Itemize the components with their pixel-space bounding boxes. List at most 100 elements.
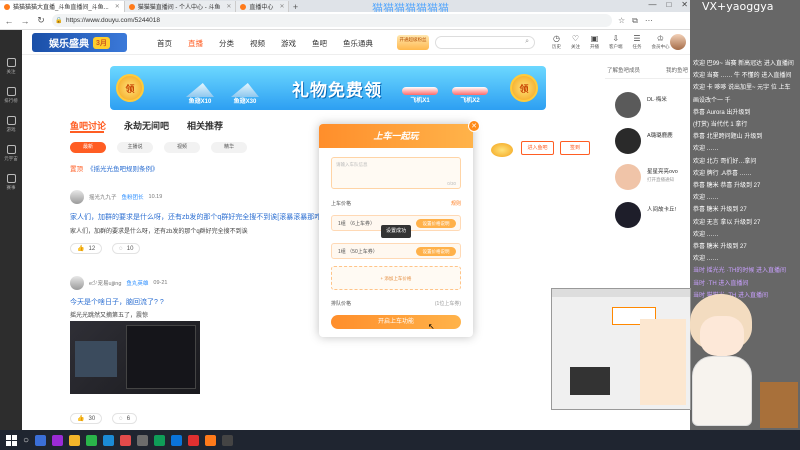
nav-live[interactable]: 直播: [188, 38, 203, 49]
comment-button[interactable]: ◌ 6: [112, 413, 138, 424]
search-icon[interactable]: ○: [23, 435, 29, 446]
minimize-icon[interactable]: —: [648, 0, 656, 9]
menu-icon[interactable]: ⋯: [645, 16, 653, 26]
close-tab-icon[interactable]: ✕: [279, 3, 284, 10]
list-item[interactable]: 人间故卡丘!: [615, 202, 676, 228]
edge-icon[interactable]: [171, 434, 183, 446]
close-tab-icon[interactable]: ✕: [226, 3, 231, 10]
wechat-icon[interactable]: [86, 434, 98, 446]
close-icon[interactable]: ✕: [681, 0, 688, 9]
avatar-body: [692, 356, 752, 426]
set-price-button[interactable]: 设置价格说明: [416, 219, 456, 228]
rail-item-rank[interactable]: 排行榜: [4, 87, 18, 104]
site-logo[interactable]: 娱乐盛典 3月: [32, 33, 127, 52]
windows-start-icon[interactable]: [6, 434, 17, 446]
section-label: 上车价格: [331, 201, 352, 207]
steam-icon[interactable]: [137, 434, 149, 446]
post-image[interactable]: [70, 321, 200, 394]
app-icon[interactable]: [120, 434, 132, 446]
tab-recommend[interactable]: 相关推荐: [187, 119, 223, 132]
promo-banner[interactable]: 领 鱼翅X10 鱼翅X30 礼物免费领 飞机X1 飞机X2 领: [110, 66, 546, 110]
list-item[interactable]: 星星亮亮ovo 打开直播通知: [615, 164, 678, 190]
modal-title: 上车一起玩: [319, 124, 473, 148]
char-counter: 0/30: [447, 181, 456, 186]
like-button[interactable]: 👍 12: [70, 243, 103, 254]
nav-yuba[interactable]: 鱼吧: [312, 38, 327, 49]
add-price-button[interactable]: + 添加上车价格: [331, 266, 461, 290]
history-button[interactable]: ◷ 历史: [552, 34, 561, 50]
browser-tab[interactable]: 猫猫猫直播间 - 个人中心 - 斗鱼 ✕: [124, 1, 237, 12]
list-item[interactable]: A璐璐鹿鹿: [615, 128, 673, 154]
enable-carpool-button[interactable]: 开启上车功能: [331, 315, 461, 329]
search-input[interactable]: ⌕: [435, 36, 535, 49]
avatar[interactable]: [70, 276, 84, 290]
nav-event[interactable]: 鱼乐通典: [343, 38, 373, 49]
nav-video[interactable]: 视频: [250, 38, 265, 49]
gamepad-icon: [6, 116, 16, 125]
member-button[interactable]: ♔ 会员中心: [652, 34, 670, 50]
pinned-post[interactable]: 置顶 《摇光光鱼吧规则条例》: [70, 163, 159, 173]
obs-icon[interactable]: [222, 434, 234, 446]
forward-icon[interactable]: →: [20, 16, 30, 26]
explorer-icon[interactable]: [35, 434, 47, 446]
thumbs-up-icon: 👍: [77, 416, 85, 422]
maximize-icon[interactable]: □: [666, 0, 671, 9]
folder-icon[interactable]: [69, 434, 81, 446]
star-icon[interactable]: ☆: [618, 16, 625, 26]
sign-in-button[interactable]: 签到: [560, 141, 590, 155]
comment-button[interactable]: ◌ 10: [112, 243, 141, 254]
netease-icon[interactable]: [188, 434, 200, 446]
promo-chip[interactable]: 开通超级粉丝: [397, 35, 429, 50]
task-button[interactable]: ☰ 任务: [633, 34, 642, 50]
douyu-favicon-icon: [240, 3, 247, 10]
qq-icon[interactable]: [103, 434, 115, 446]
post-title[interactable]: 家人们，加群的要求是什么呀，还有zb发的那个q群好完全搜不到诶[滚暴滚暴那咋..…: [70, 212, 330, 222]
tab-my-yuba[interactable]: 我的鱼吧: [666, 66, 688, 74]
set-price-button[interactable]: 设置价格说明: [416, 247, 456, 256]
gift-label: 鱼翅X10: [188, 99, 212, 105]
nav-game[interactable]: 游戏: [281, 38, 296, 49]
price-option-row[interactable]: 1组 （50上车券） 设置价格说明: [331, 243, 461, 259]
extensions-icon[interactable]: ⧉: [632, 16, 638, 26]
close-tab-icon[interactable]: ✕: [115, 3, 120, 10]
like-button[interactable]: 👍 30: [70, 413, 103, 424]
back-icon[interactable]: ←: [4, 16, 14, 26]
tab-naraka[interactable]: 永劫无间吧: [124, 119, 169, 132]
tab-members[interactable]: 了解鱼吧成员: [607, 66, 640, 74]
post-time: 09-21: [153, 280, 168, 286]
browser-tab[interactable]: 直播中心 ✕: [236, 1, 290, 12]
pill-video[interactable]: 视频: [164, 142, 200, 153]
post-title[interactable]: 今天是个啥日子，脑回流了? ?: [70, 297, 310, 307]
pill-featured[interactable]: 精华: [211, 142, 247, 153]
user-avatar[interactable]: [670, 34, 686, 50]
author-name[interactable]: e少宠易ujjing: [89, 279, 121, 287]
nav-home[interactable]: 首页: [157, 38, 172, 49]
rail-item-events[interactable]: 赛事: [6, 174, 16, 191]
browser-tab-bar: 猫猫猫猫大直播_斗鱼直播间_斗鱼... ✕ 猫猫猫直播间 - 个人中心 - 斗鱼…: [0, 0, 690, 12]
chrome-icon[interactable]: [154, 434, 166, 446]
author-name[interactable]: 摇光九九子: [89, 193, 117, 201]
browser-tab[interactable]: 猫猫猫猫大直播_斗鱼直播间_斗鱼... ✕: [0, 1, 125, 12]
pill-host[interactable]: 主播说: [117, 142, 153, 153]
follow-button[interactable]: ♡ 关注: [571, 34, 580, 50]
thumbs-up-icon: 👍: [77, 246, 85, 252]
url-field[interactable]: https://www.douyu.com/5244018: [52, 14, 612, 27]
nav-category[interactable]: 分类: [219, 38, 234, 49]
rail-item-game[interactable]: 游戏: [6, 116, 16, 133]
close-icon[interactable]: ✕: [468, 120, 480, 132]
avatar[interactable]: [70, 190, 84, 204]
rules-link[interactable]: 规则: [451, 200, 461, 207]
rail-item-follow[interactable]: 关注: [6, 58, 16, 75]
broadcast-button[interactable]: ▣ 开播: [590, 34, 599, 50]
join-yuba-button[interactable]: 进入鱼吧: [521, 141, 554, 155]
reload-icon[interactable]: ↻: [36, 15, 46, 26]
douyu-icon[interactable]: [205, 434, 217, 446]
rail-item-metaverse[interactable]: 元宇宙: [4, 145, 18, 162]
team-info-input[interactable]: 请输入车队信息 0/30: [331, 157, 461, 189]
pill-latest[interactable]: 最新: [70, 142, 106, 153]
premiere-icon[interactable]: [52, 434, 64, 446]
search-icon[interactable]: ⌕: [525, 38, 529, 46]
new-tab-button[interactable]: +: [289, 2, 301, 12]
client-button[interactable]: ⇩ 客户端: [609, 34, 623, 50]
list-item[interactable]: DL·梅米: [615, 92, 667, 118]
